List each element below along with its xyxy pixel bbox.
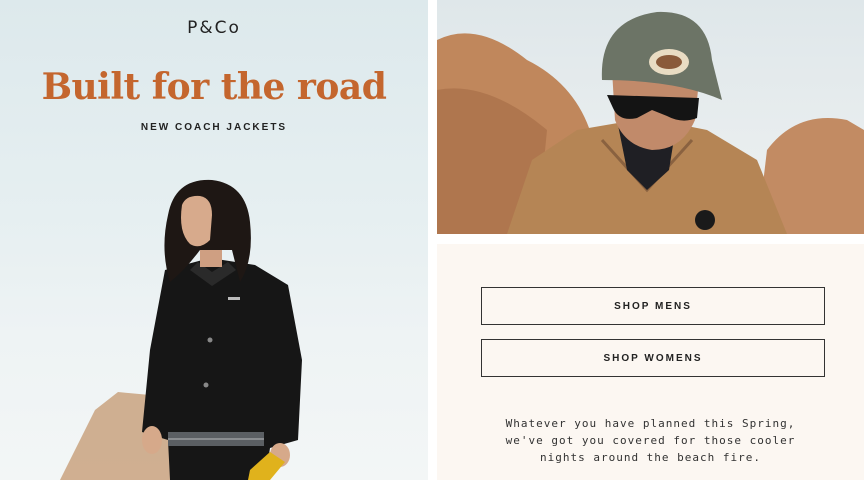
product-photo-man[interactable]: [437, 0, 864, 234]
shop-mens-button[interactable]: SHOP MENS: [481, 287, 825, 325]
body-copy-line: we've got you covered for those cooler: [505, 434, 796, 447]
cta-panel: SHOP MENS SHOP WOMENS Whatever you have …: [437, 244, 864, 480]
shop-womens-button[interactable]: SHOP WOMENS: [481, 339, 825, 377]
body-copy: Whatever you have planned this Spring, w…: [437, 415, 864, 466]
hero-headline: Built for the road: [41, 66, 387, 108]
body-copy-line: nights around the beach fire.: [539, 451, 762, 464]
brand-logo[interactable]: P&Co: [0, 18, 428, 38]
body-copy-line: Whatever you have planned this Spring,: [505, 417, 796, 430]
man-in-cap-photo: [437, 0, 864, 234]
hero-subheadline: NEW COACH JACKETS: [140, 122, 288, 133]
hero-panel: P&Co Built for the road NEW COACH JACKET…: [0, 0, 428, 480]
